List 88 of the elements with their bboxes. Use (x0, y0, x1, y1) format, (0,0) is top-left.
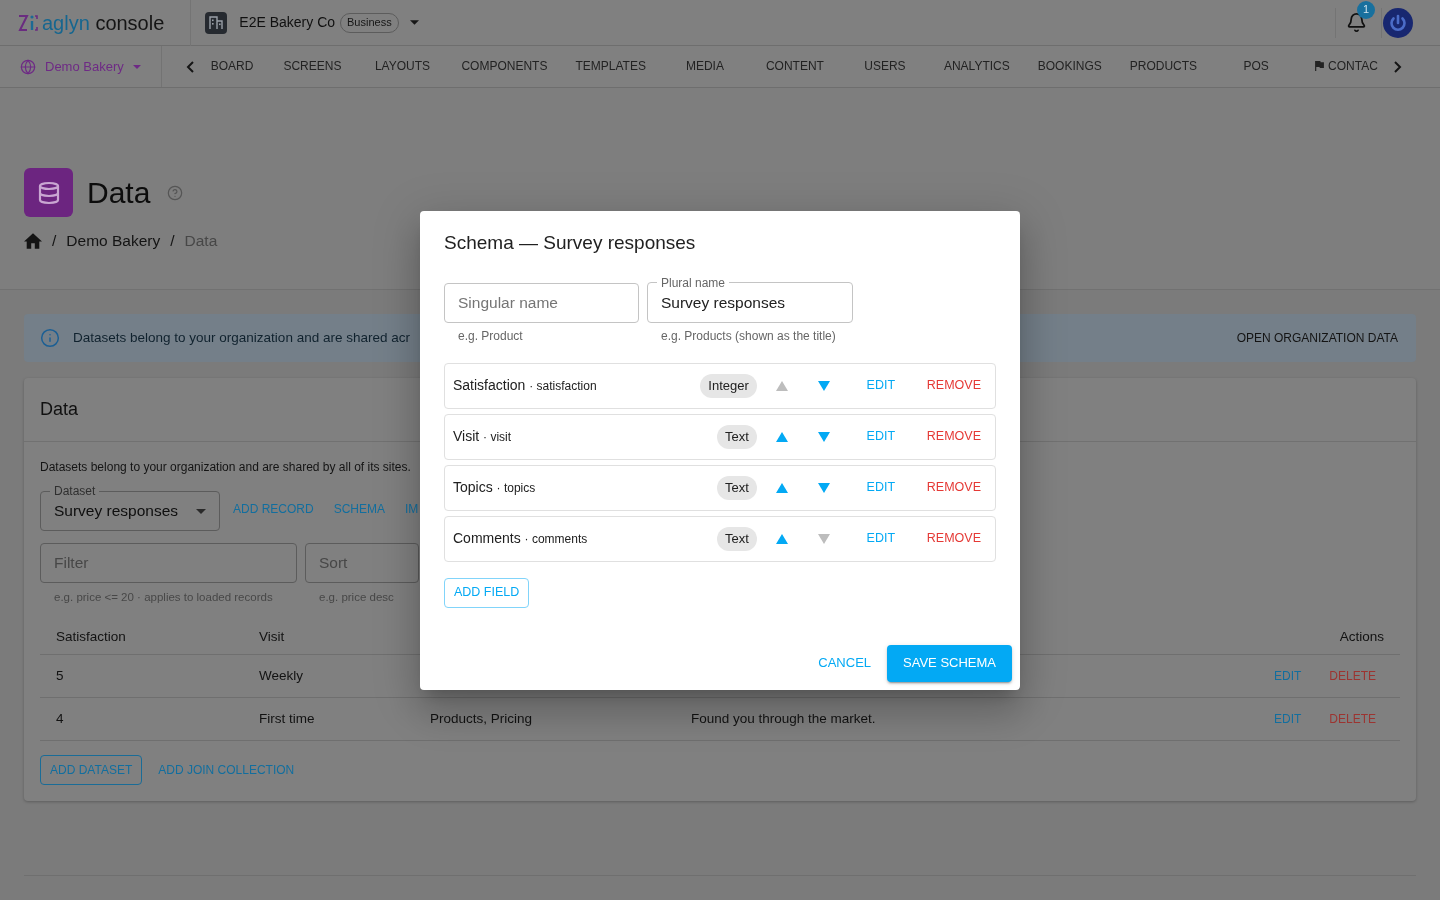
remove-button[interactable]: REMOVE (912, 469, 995, 506)
save-schema-button[interactable]: SAVE SCHEMA (887, 644, 1012, 682)
nav-tab[interactable]: LAYOUTS (357, 45, 448, 88)
type-tag: Integer (700, 373, 757, 398)
add-field-button[interactable]: ADD FIELD (444, 577, 530, 608)
nav-tab[interactable]: USERS (839, 45, 930, 88)
home-link[interactable] (24, 233, 42, 249)
cancel-button[interactable]: CANCEL (810, 644, 880, 682)
globe-icon (20, 58, 36, 75)
edit-button[interactable]: EDIT (848, 418, 913, 455)
edit-button[interactable]: EDIT (848, 469, 913, 506)
remove-button[interactable]: REMOVE (912, 418, 995, 455)
nav-tab[interactable]: CONTENT (749, 45, 840, 88)
dialog-title: Schema — Survey responses (444, 230, 697, 255)
column-header: Satisfaction (55, 627, 127, 646)
table-cell-text: 4 (55, 709, 65, 728)
site-selector[interactable]: Demo Bakery (0, 46, 162, 87)
table-cell-text: Products, Pricing (429, 709, 534, 728)
breadcrumb-separator: / (170, 231, 175, 251)
nav-tab[interactable]: PRODUCTS (1115, 45, 1212, 88)
triangle-down-icon (817, 482, 830, 493)
nav-tab[interactable]: COMPONENTS (447, 45, 562, 88)
triangle-down-icon (817, 431, 830, 442)
nav-tab[interactable]: POS (1211, 45, 1302, 88)
logo-wordmark: aglyn console (42, 12, 165, 33)
triangle-up-icon (775, 380, 788, 391)
caret-icon (132, 64, 141, 69)
info-banner-text: Datasets belong to your organization and are shared acr (73, 328, 410, 347)
home-icon (24, 233, 42, 249)
filter-field[interactable]: Filter (40, 543, 297, 583)
singular-name-field[interactable]: Singular name (444, 282, 639, 323)
plural-name-field[interactable]: Plural name Survey responses (647, 275, 853, 323)
field-label: Visit · visit (453, 427, 512, 446)
nav-tab[interactable]: BOOKINGS (1023, 45, 1116, 88)
nav-tab[interactable]: SCREENS (267, 45, 358, 88)
card-description: Datasets belong to your organization and are shared by all of its sites. (40, 459, 412, 476)
plural-name-hint: e.g. Products (shown as the title) (661, 328, 836, 343)
column-header: Actions (1338, 627, 1385, 646)
page-title: Data (87, 177, 151, 208)
logo-icon (18, 12, 38, 33)
notification-badge: 1 (1357, 0, 1375, 19)
database-icon (24, 168, 73, 217)
flag-icon (1315, 60, 1325, 71)
sort-field[interactable]: Sort (305, 543, 419, 583)
table-cell-text: First time (258, 709, 316, 728)
remove-button[interactable]: REMOVE (912, 520, 995, 557)
bell-icon (1345, 12, 1367, 33)
info-icon (40, 328, 60, 348)
caret-icon (196, 508, 206, 514)
triangle-up-icon (775, 431, 788, 442)
nav-tab[interactable]: CONTAC (1301, 45, 1378, 88)
edit-button[interactable]: EDIT (848, 520, 913, 557)
remove-button[interactable]: REMOVE (912, 367, 995, 404)
card-title: Data (40, 398, 79, 421)
field-label: Satisfaction · satisfaction (453, 376, 597, 395)
nav-tab[interactable]: BOARD (209, 45, 268, 88)
open-organization-data-button[interactable]: OPEN ORGANIZATION DATA (1231, 323, 1403, 353)
dataset-select[interactable]: Dataset Survey responses (40, 484, 220, 531)
power-icon (1383, 7, 1413, 38)
type-tag: Text (716, 475, 757, 500)
table-cell-text: Weekly (258, 666, 304, 685)
chevron-right-icon (1393, 60, 1402, 73)
breadcrumb-current: Data (184, 231, 218, 251)
triangle-up-icon (775, 533, 788, 544)
account-button[interactable] (1383, 7, 1413, 38)
breadcrumb-separator: / (52, 231, 57, 251)
column-header: Visit (258, 627, 286, 646)
field-label: Topics · topics (453, 478, 536, 497)
caret-icon (410, 20, 420, 25)
notifications-button[interactable]: 1 (1336, 2, 1376, 43)
breadcrumb-link[interactable]: Demo Bakery (66, 231, 161, 251)
table-cell-text: Found you through the market. (690, 709, 877, 728)
organization-name: E2E Bakery Co (239, 13, 336, 32)
nav-tab[interactable]: MEDIA (659, 45, 750, 88)
help-icon[interactable] (167, 184, 184, 201)
table-cell-text: 5 (55, 666, 65, 685)
field-label: Comments · comments (453, 529, 588, 548)
type-tag: Text (716, 424, 757, 449)
nav-tab[interactable]: ANALYTICS (929, 45, 1024, 88)
edit-button[interactable]: EDIT (848, 367, 913, 404)
building-icon (205, 11, 228, 34)
nav-tab[interactable]: TEMPLATES (561, 45, 660, 88)
triangle-up-icon (775, 482, 788, 493)
type-tag: Text (716, 526, 757, 551)
triangle-down-icon (817, 533, 830, 544)
triangle-down-icon (817, 380, 830, 391)
singular-name-hint: e.g. Product (458, 328, 523, 343)
chevron-left-icon (185, 60, 194, 73)
